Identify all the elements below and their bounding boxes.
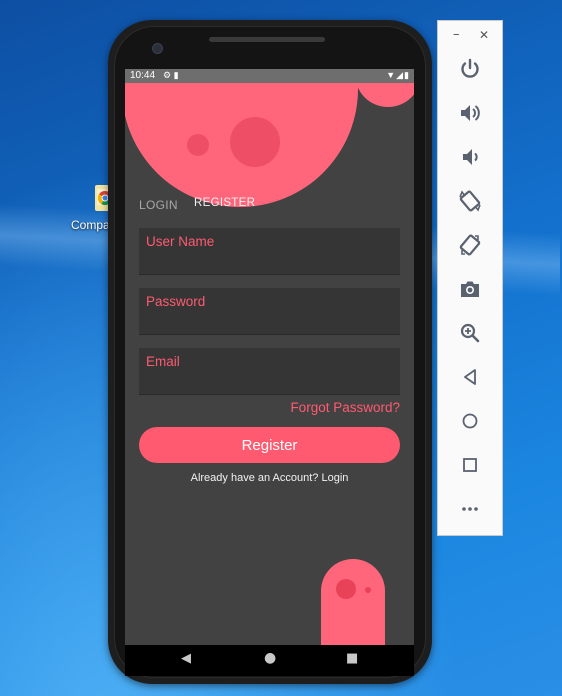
android-nav-bar: ◀ ● ■ [125, 645, 414, 676]
phone-speaker [209, 37, 325, 42]
overview-icon[interactable] [457, 452, 483, 478]
password-input[interactable] [146, 312, 395, 332]
settings-notification-icon: ⚙ [163, 70, 172, 80]
nav-home-icon[interactable]: ● [264, 650, 276, 666]
phone-frame: 10:44 ⚙ ▮ ▼◢▮ LOGIN REGISTER User Name P… [108, 20, 432, 684]
rotate-right-icon[interactable] [457, 232, 483, 258]
password-label: Password [146, 294, 206, 309]
rotate-left-icon[interactable] [457, 188, 483, 214]
signal-icon: ◢ [396, 70, 405, 80]
email-input[interactable] [146, 372, 395, 392]
tab-register[interactable]: REGISTER [194, 197, 255, 209]
sd-card-icon: ▮ [173, 70, 179, 80]
password-field[interactable]: Password [139, 288, 400, 335]
status-left-icons: ⚙ ▮ [163, 70, 179, 81]
front-camera [152, 43, 163, 54]
close-button[interactable]: ✕ [479, 28, 489, 42]
status-time: 10:44 [130, 70, 156, 81]
status-bar: 10:44 ⚙ ▮ ▼◢▮ [125, 69, 414, 83]
home-icon[interactable] [457, 408, 483, 434]
status-right-icons: ▼◢▮ [386, 70, 410, 81]
email-label: Email [146, 354, 180, 369]
camera-icon[interactable] [457, 276, 483, 302]
email-field[interactable]: Email [139, 348, 400, 395]
volume-down-icon[interactable] [457, 144, 483, 170]
header-circle-large [230, 117, 280, 167]
battery-icon: ▮ [404, 70, 410, 80]
phone-screen: 10:44 ⚙ ▮ ▼◢▮ LOGIN REGISTER User Name P… [125, 69, 414, 645]
footer-circle-small [365, 587, 371, 593]
username-field[interactable]: User Name [139, 228, 400, 275]
minimize-button[interactable]: – [453, 27, 460, 42]
more-icon[interactable] [457, 496, 483, 522]
zoom-icon[interactable] [457, 320, 483, 346]
tab-login[interactable]: LOGIN [139, 198, 178, 212]
header-circle-small [187, 134, 209, 156]
footer-circle-large [336, 579, 356, 599]
register-button[interactable]: Register [139, 427, 400, 463]
nav-recents-icon[interactable]: ■ [346, 651, 358, 666]
volume-up-icon[interactable] [457, 100, 483, 126]
desktop-shortcut-label: Compa [71, 218, 110, 232]
back-icon[interactable] [457, 364, 483, 390]
wifi-icon: ▼ [386, 70, 397, 80]
username-input[interactable] [146, 252, 395, 272]
power-icon[interactable] [457, 56, 483, 82]
emulator-control-panel: – ✕ [437, 20, 503, 536]
username-label: User Name [146, 234, 215, 249]
footer-blob [321, 559, 385, 645]
forgot-password-link[interactable]: Forgot Password? [290, 400, 400, 415]
login-prompt-link[interactable]: Already have an Account? Login [125, 472, 414, 484]
nav-back-icon[interactable]: ◀ [181, 651, 191, 666]
